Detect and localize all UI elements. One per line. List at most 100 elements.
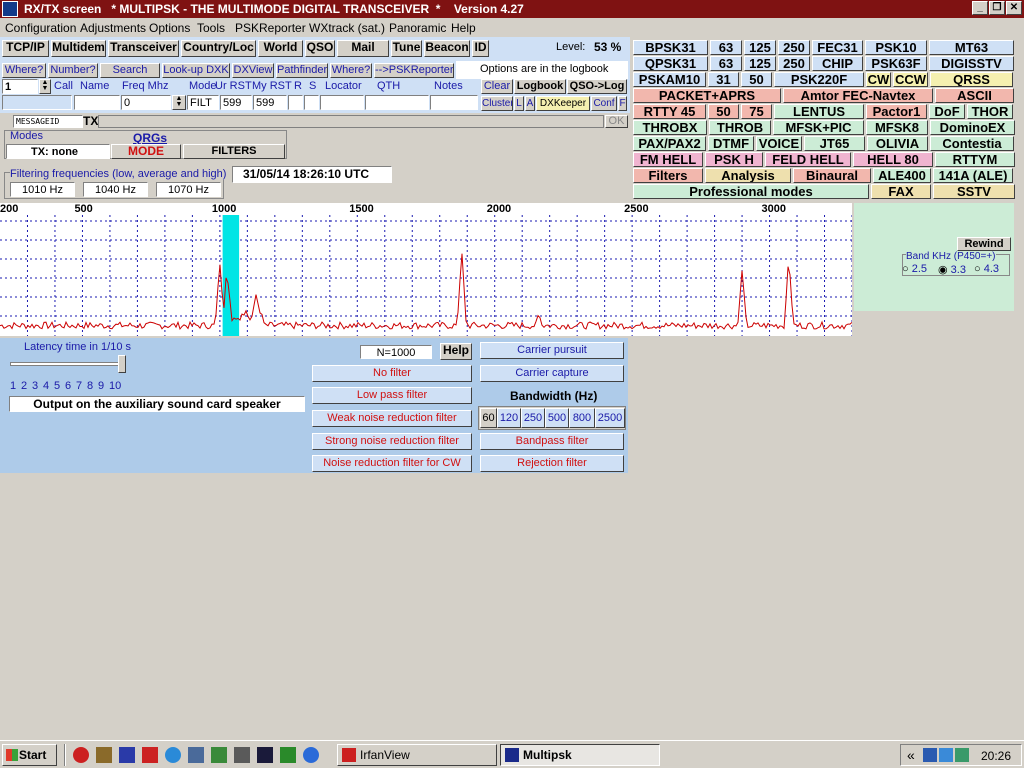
mode-bpsk31[interactable]: BPSK31 xyxy=(633,40,708,55)
help-button[interactable]: Help xyxy=(440,343,472,360)
f-button[interactable]: F xyxy=(618,96,627,111)
close-button[interactable]: ✕ xyxy=(1006,1,1022,15)
carrier-pursuit-button[interactable]: Carrier pursuit xyxy=(480,342,624,359)
carrier-capture-button[interactable]: Carrier capture xyxy=(480,365,624,382)
menu-adjustments[interactable]: Adjustments xyxy=(80,21,146,35)
mode-contestia[interactable]: Contestia xyxy=(930,136,1014,151)
mode-hell-80[interactable]: HELL 80 xyxy=(853,152,933,167)
tcpip-button[interactable]: TCP/IP xyxy=(2,40,49,57)
qrgs-link[interactable]: QRGs xyxy=(133,131,167,145)
app-icon-7[interactable] xyxy=(211,747,227,763)
mode-lentus[interactable]: LENTUS xyxy=(774,104,864,119)
tray-icon-3[interactable] xyxy=(955,748,969,762)
band-option-2-5[interactable]: ○ 2.5 xyxy=(902,263,927,275)
band-option-4-3[interactable]: ○ 4.3 xyxy=(974,263,999,275)
search-button[interactable]: Search xyxy=(100,63,160,78)
dxkeeper-button[interactable]: DXKeeper xyxy=(536,96,590,111)
mode-sstv[interactable]: SSTV xyxy=(933,184,1015,199)
rejection-filter-button[interactable]: Rejection filter xyxy=(480,455,624,472)
qso-to-log-button[interactable]: QSO->Log xyxy=(567,79,627,94)
mode-63[interactable]: 63 xyxy=(710,56,742,71)
mode-thor[interactable]: THOR xyxy=(967,104,1013,119)
bw-500-button[interactable]: 500 xyxy=(545,408,569,428)
menu-help[interactable]: Help xyxy=(451,21,476,35)
task-irfanview[interactable]: IrfanView xyxy=(337,744,497,766)
message-input[interactable] xyxy=(98,115,604,128)
mode-250[interactable]: 250 xyxy=(778,56,810,71)
no-filter-button[interactable]: No filter xyxy=(312,365,472,382)
filter-low-field[interactable]: 1010 Hz xyxy=(10,182,75,197)
mail-button[interactable]: Mail xyxy=(337,40,389,57)
clear-button[interactable]: Clear xyxy=(481,79,513,94)
pskreporter-button[interactable]: -->PSKReporter xyxy=(374,63,454,78)
output-aux-speaker[interactable]: Output on the auxiliary sound card speak… xyxy=(9,396,305,412)
mode-cw[interactable]: CW xyxy=(866,72,891,87)
mode-voice[interactable]: VOICE xyxy=(756,136,802,151)
tune-button[interactable]: Tune xyxy=(391,40,422,57)
mode-mfsk-pic[interactable]: MFSK+PIC xyxy=(773,120,864,135)
freq-spinner-icon[interactable]: ▲ ▼ xyxy=(172,95,186,110)
number-button[interactable]: Number? xyxy=(48,63,98,78)
mode-psk10[interactable]: PSK10 xyxy=(865,40,927,55)
rewind-button[interactable]: Rewind xyxy=(957,237,1011,251)
mode-141a-ale-[interactable]: 141A (ALE) xyxy=(933,168,1013,183)
filter-high-field[interactable]: 1070 Hz xyxy=(156,182,221,197)
start-button[interactable]: Start xyxy=(2,744,57,766)
bw-800-button[interactable]: 800 xyxy=(569,408,595,428)
strong-noise-reduction-button[interactable]: Strong noise reduction filter xyxy=(312,433,472,450)
mode-fax[interactable]: FAX xyxy=(871,184,931,199)
mode-jt65[interactable]: JT65 xyxy=(804,136,865,151)
id-button[interactable]: ID xyxy=(472,40,489,57)
tray-icon-1[interactable] xyxy=(923,748,937,762)
mode-pactor1[interactable]: Pactor1 xyxy=(866,104,927,119)
locator-field[interactable] xyxy=(320,95,364,110)
mode-pskam10[interactable]: PSKAM10 xyxy=(633,72,706,87)
bandpass-filter-button[interactable]: Bandpass filter xyxy=(480,433,624,450)
mode-63[interactable]: 63 xyxy=(710,40,742,55)
multidem-button[interactable]: Multidem xyxy=(51,40,106,57)
my-rst-field[interactable]: 599 xyxy=(253,95,287,110)
mode-binaural[interactable]: Binaural xyxy=(793,168,871,183)
bw-60-button[interactable]: 60 xyxy=(480,408,497,428)
notes-field[interactable] xyxy=(430,95,478,110)
maximize-button[interactable]: ❐ xyxy=(989,1,1005,15)
bw-250-button[interactable]: 250 xyxy=(521,408,545,428)
mode-amtor-fec-navtex[interactable]: Amtor FEC-Navtex xyxy=(783,88,933,103)
bw-120-button[interactable]: 120 xyxy=(497,408,521,428)
mode-psk-h[interactable]: PSK H xyxy=(705,152,763,167)
mode-analysis[interactable]: Analysis xyxy=(705,168,791,183)
message-id-field[interactable]: MESSAGEID xyxy=(13,115,83,128)
mode-digisstv[interactable]: DIGISSTV xyxy=(929,56,1014,71)
filter-avg-field[interactable]: 1040 Hz xyxy=(83,182,148,197)
mode-throb[interactable]: THROB xyxy=(709,120,771,135)
mode-chip[interactable]: CHIP xyxy=(812,56,863,71)
where-button-2[interactable]: Where? xyxy=(330,63,372,78)
mode-dof[interactable]: DoF xyxy=(929,104,965,119)
opera-icon[interactable] xyxy=(73,747,89,763)
tool-icon[interactable] xyxy=(188,747,204,763)
mode-psk220f[interactable]: PSK220F xyxy=(774,72,864,87)
l-button[interactable]: L xyxy=(514,96,524,111)
name-field[interactable] xyxy=(74,95,120,110)
menu-configuration[interactable]: Configuration xyxy=(5,21,76,35)
cluster-button[interactable]: Cluster xyxy=(481,96,513,111)
a-button[interactable]: A xyxy=(525,96,535,111)
spectrum-plot[interactable]: 200 500 1000 1500 2000 2500 3000 xyxy=(0,203,853,336)
mode-50[interactable]: 50 xyxy=(708,104,739,119)
mode-ale400[interactable]: ALE400 xyxy=(873,168,931,183)
conf-button[interactable]: Conf xyxy=(591,96,617,111)
s-field[interactable] xyxy=(304,95,319,110)
mode-packet-aprs[interactable]: PACKET+APRS xyxy=(633,88,781,103)
app-icon-9[interactable] xyxy=(257,747,273,763)
mode-rttym[interactable]: RTTYM xyxy=(935,152,1015,167)
bw-2500-button[interactable]: 2500 xyxy=(595,408,625,428)
filters-button[interactable]: FILTERS xyxy=(183,144,285,159)
ok-button[interactable]: OK xyxy=(605,115,628,128)
tray-expand-icon[interactable]: « xyxy=(907,747,915,763)
mode-field[interactable]: FILT xyxy=(187,95,219,110)
mode-fm-hell[interactable]: FM HELL xyxy=(633,152,703,167)
app-icon-10[interactable] xyxy=(280,747,296,763)
mode-mfsk8[interactable]: MFSK8 xyxy=(866,120,928,135)
call-field[interactable] xyxy=(2,95,72,110)
mode-50[interactable]: 50 xyxy=(741,72,772,87)
